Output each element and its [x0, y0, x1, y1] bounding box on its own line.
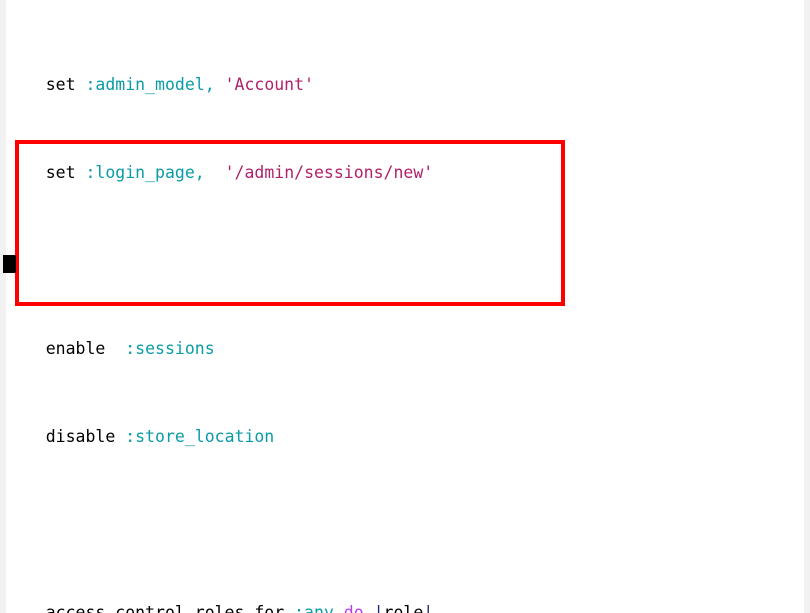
- method-name: enable: [45, 339, 126, 358]
- code-line: set :login_page, '/admin/sessions/new': [6, 162, 804, 184]
- code-lines: set :admin_model, 'Account' set :login_p…: [6, 8, 804, 613]
- symbol-token: :sessions: [125, 339, 215, 358]
- string-token: '/admin/sessions/new': [224, 163, 434, 182]
- symbol-token: :login_page,: [85, 163, 205, 182]
- code-line: disable :store_location: [6, 426, 804, 448]
- block-variable: role: [383, 603, 424, 613]
- method-call: access_control.roles_for: [45, 603, 295, 613]
- right-gutter: [804, 0, 810, 613]
- method-name: disable: [45, 427, 126, 446]
- symbol-token: :admin_model,: [85, 75, 215, 94]
- string-token: 'Account': [224, 75, 314, 94]
- keyword-do: do: [343, 603, 364, 613]
- block-pipe-close: |: [423, 603, 434, 613]
- code-editor-view: set :admin_model, 'Account' set :login_p…: [0, 0, 810, 613]
- method-name: set: [45, 75, 76, 94]
- block-pipe-open: |: [363, 603, 384, 613]
- code-line: set :admin_model, 'Account': [6, 74, 804, 96]
- method-name: set: [45, 163, 76, 182]
- code-line: access_control.roles_for :any do |role|: [6, 602, 804, 613]
- symbol-token: :store_location: [125, 427, 275, 446]
- symbol-token: :any: [294, 603, 334, 613]
- code-line: enable :sessions: [6, 338, 804, 360]
- code-surface[interactable]: set :admin_model, 'Account' set :login_p…: [6, 0, 804, 613]
- gutter-cursor-mark: [3, 255, 16, 273]
